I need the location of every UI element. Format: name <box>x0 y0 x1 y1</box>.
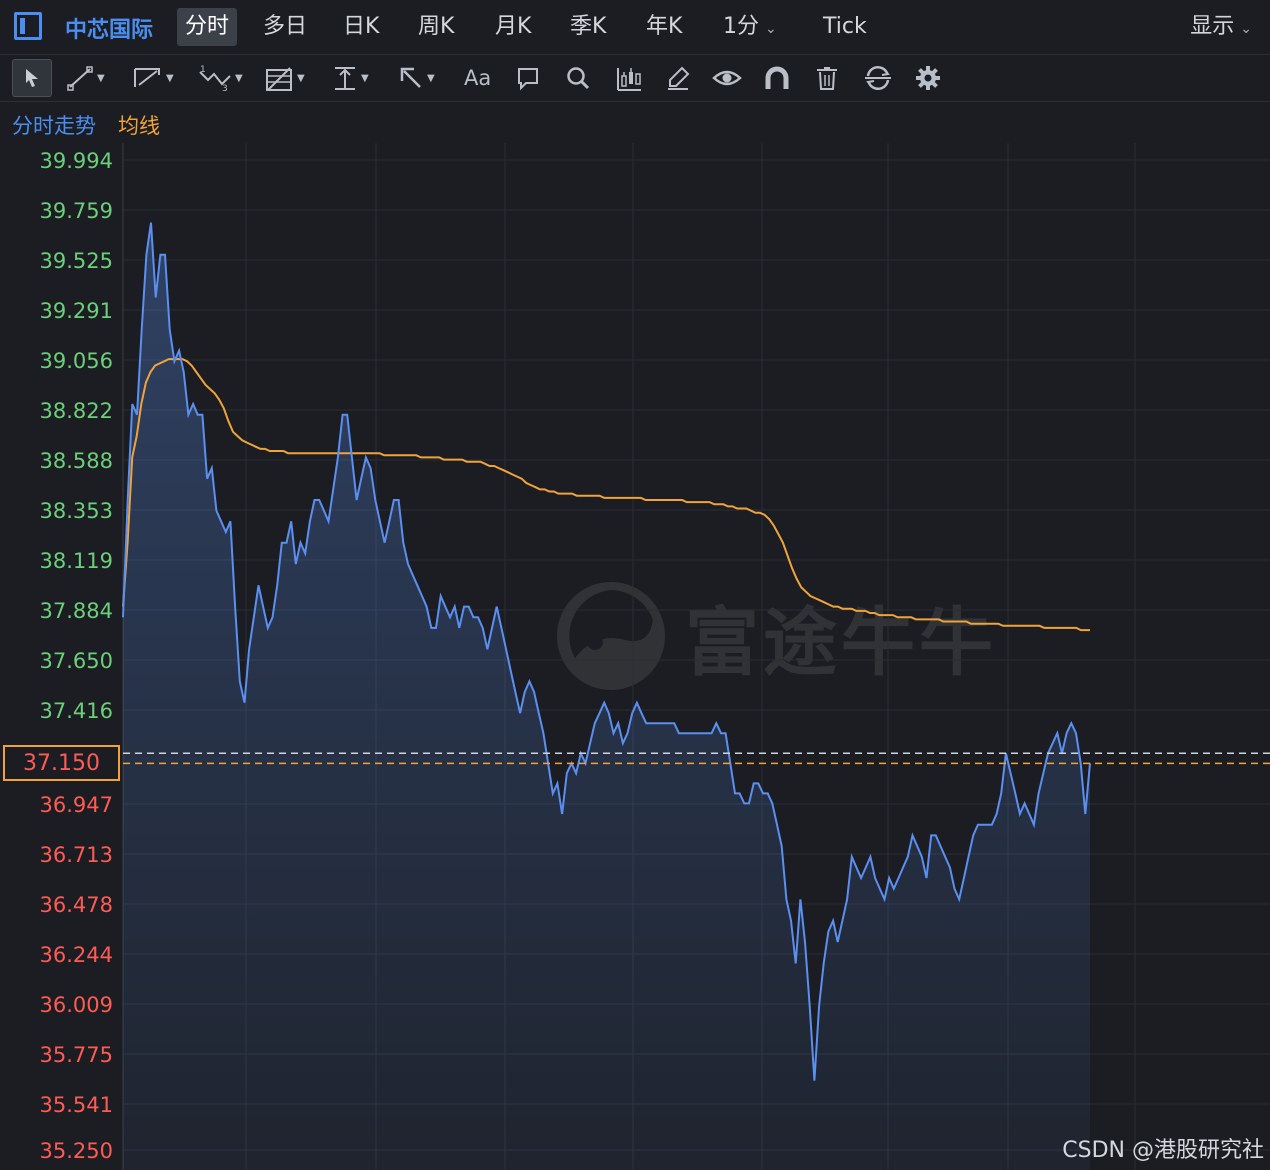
y-tick-label: 39.994 <box>40 149 113 173</box>
eye-icon[interactable] <box>712 61 742 95</box>
magnet-icon[interactable] <box>764 61 790 95</box>
candles-icon[interactable] <box>615 61 643 95</box>
settings-icon[interactable] <box>915 61 941 95</box>
y-tick-label: 36.713 <box>40 843 113 867</box>
y-tick-label: 35.541 <box>40 1093 113 1117</box>
top-bar: 中芯国际 分时 多日 日K 周K 月K 季K 年K 1分 ⌄ Tick 显示 ⌄ <box>0 0 1270 55</box>
svg-text:1: 1 <box>200 65 206 75</box>
sync-icon[interactable] <box>863 61 893 95</box>
svg-text:3: 3 <box>222 84 228 92</box>
trash-icon[interactable] <box>815 61 839 95</box>
tab-tick[interactable]: Tick <box>815 8 875 46</box>
y-tick-label: 38.822 <box>40 399 113 423</box>
credit-text: CSDN @港股研究社 <box>1062 1138 1264 1163</box>
zoom-icon[interactable] <box>565 61 591 95</box>
tab-multi-day[interactable]: 多日 <box>255 8 315 46</box>
y-tick-label: 35.250 <box>40 1139 113 1163</box>
channel-icon[interactable]: ▼ <box>131 61 174 95</box>
current-price-label: 37.150 <box>3 745 120 782</box>
tab-1min-label: 1分 <box>723 14 759 39</box>
y-tick-label: 39.056 <box>40 349 113 373</box>
legend-average-line[interactable]: 均线 <box>118 114 160 138</box>
fib-icon[interactable]: ▼ <box>264 61 305 95</box>
y-tick-label: 36.009 <box>40 993 113 1017</box>
y-tick-label: 39.291 <box>40 299 113 323</box>
y-tick-label: 37.416 <box>40 699 113 723</box>
y-tick-label: 35.775 <box>40 1043 113 1067</box>
chevron-down-icon: ⌄ <box>765 21 777 37</box>
y-tick-label: 38.588 <box>40 449 113 473</box>
drawing-toolbar: ▼ ▼ 1 3 ▼ ▼ ▼ ▼ Aa <box>0 55 1270 102</box>
legend-price-line[interactable]: 分时走势 <box>12 114 96 138</box>
y-tick-label: 36.947 <box>40 793 113 817</box>
y-tick-label: 37.884 <box>40 599 113 623</box>
watermark-text: 富途牛牛 <box>685 599 997 686</box>
y-tick-label: 38.119 <box>40 549 113 573</box>
tab-intraday[interactable]: 分时 <box>177 8 238 46</box>
y-tick-label: 37.650 <box>40 649 113 673</box>
stock-name[interactable]: 中芯国际 <box>65 12 153 44</box>
tab-yearly-k[interactable]: 年K <box>638 8 690 46</box>
measure-icon[interactable]: ▼ <box>332 61 369 95</box>
arrow-icon[interactable]: ▼ <box>398 61 435 95</box>
tab-monthly-k[interactable]: 月K <box>487 8 539 46</box>
y-tick-label: 36.478 <box>40 893 113 917</box>
futu-logo-icon <box>557 582 665 690</box>
cursor-icon[interactable] <box>12 59 52 97</box>
chevron-down-icon: ⌄ <box>1240 21 1252 37</box>
comment-icon[interactable] <box>515 61 541 95</box>
wave-icon[interactable]: 1 3 ▼ <box>198 61 243 95</box>
y-tick-label: 39.759 <box>40 199 113 223</box>
y-axis: 39.994 39.759 39.525 39.291 39.056 38.822 38.5… <box>40 149 113 1163</box>
chart-legend: 分时走势 均线 <box>12 110 160 140</box>
y-tick-label: 39.525 <box>40 249 113 273</box>
watermark: 富途牛牛 <box>555 580 997 692</box>
brush-icon[interactable] <box>665 61 691 95</box>
display-menu[interactable]: 显示 ⌄ <box>1190 8 1252 46</box>
tab-weekly-k[interactable]: 周K <box>410 8 462 46</box>
line-icon[interactable]: ▼ <box>66 61 105 95</box>
y-tick-label: 38.353 <box>40 499 113 523</box>
sidebar-toggle-icon[interactable] <box>14 12 42 40</box>
price-area-fill <box>123 222 1090 1170</box>
display-menu-label: 显示 <box>1190 14 1235 39</box>
tab-daily-k[interactable]: 日K <box>335 8 387 46</box>
tab-1min[interactable]: 1分 ⌄ <box>715 8 785 46</box>
y-tick-label: 36.244 <box>40 943 113 967</box>
text-icon[interactable]: Aa <box>464 61 491 95</box>
tab-quarterly-k[interactable]: 季K <box>562 8 614 46</box>
